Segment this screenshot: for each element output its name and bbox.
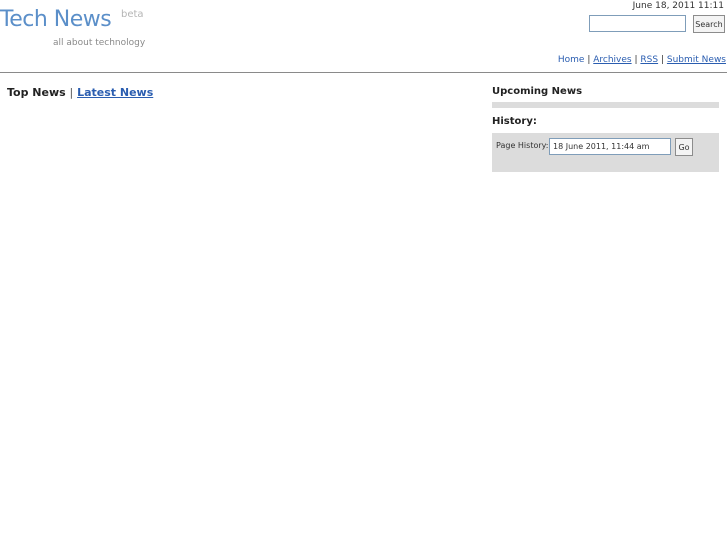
nav-separator: | (660, 55, 665, 65)
page-history-input[interactable] (549, 138, 671, 155)
tab-latest-news[interactable]: Latest News (77, 86, 153, 99)
nav-separator: | (634, 55, 638, 65)
header-divider (0, 72, 727, 73)
beta-badge: beta (121, 9, 144, 20)
search-input[interactable] (589, 15, 686, 32)
search-button[interactable]: Search (693, 15, 725, 33)
history-heading: History: (492, 116, 537, 127)
upcoming-news-heading: Upcoming News (492, 86, 583, 97)
tab-top-news[interactable]: Top News (7, 86, 66, 99)
top-navigation: Home | Archives | RSS | Submit News (558, 55, 726, 65)
page-history-label: Page History: (496, 141, 549, 150)
nav-separator: | (587, 55, 591, 65)
nav-archives-link[interactable]: Archives (593, 55, 631, 65)
current-datetime: June 18, 2011 11:11 (632, 1, 724, 11)
site-title[interactable]: Tech News (0, 7, 112, 32)
site-logo[interactable]: Tech News (0, 7, 112, 33)
tab-separator: | (69, 86, 74, 99)
nav-home-link[interactable]: Home (558, 55, 585, 65)
history-go-button[interactable]: Go (675, 138, 693, 156)
site-tagline: all about technology (53, 38, 146, 48)
nav-rss-link[interactable]: RSS (640, 55, 658, 65)
news-tabs: Top News | Latest News (7, 86, 153, 99)
nav-submit-news-link[interactable]: Submit News (667, 55, 726, 65)
history-panel: Page History: Go (492, 133, 719, 172)
upcoming-news-panel (492, 102, 719, 108)
